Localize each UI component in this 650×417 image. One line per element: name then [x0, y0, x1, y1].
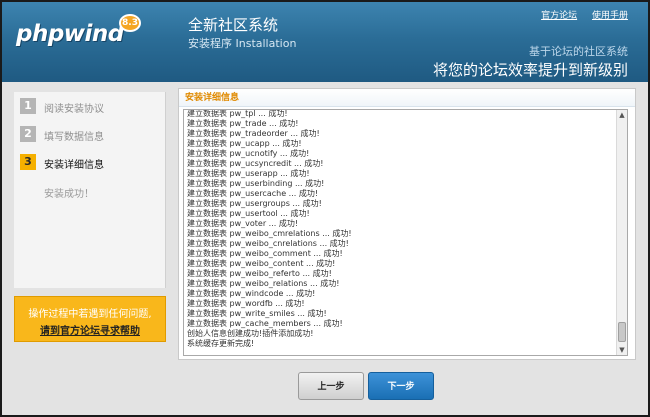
log-line: 建立数据表 pw_weibo_cmrelations ... 成功!	[187, 229, 352, 238]
step-install-details: 3 安装详细信息	[20, 154, 166, 172]
log-line: 建立数据表 pw_cache_members ... 成功!	[187, 319, 343, 328]
next-step-button[interactable]: 下一步	[368, 372, 434, 400]
log-line: 建立数据表 pw_weibo_comment ... 成功!	[187, 249, 343, 258]
log-line: 建立数据表 pw_userapp ... 成功!	[187, 169, 310, 178]
log-line: 建立数据表 pw_userbinding ... 成功!	[187, 179, 325, 188]
product-title: 全新社区系统	[188, 16, 279, 34]
log-line: 建立数据表 pw_weibo_referto ... 成功!	[187, 269, 332, 278]
log-line: 建立数据表 pw_usergroups ... 成功!	[187, 199, 322, 208]
previous-step-button[interactable]: 上一步	[298, 372, 364, 400]
step-number: 1	[20, 98, 36, 114]
log-line: 建立数据表 pw_ucapp ... 成功!	[187, 139, 302, 148]
install-details-panel: 安装详细信息 建立数据表 pw_tpl ... 成功! 建立数据表 pw_trad…	[178, 88, 636, 360]
phpwind-logo: phpwind	[16, 21, 124, 47]
slogan-small: 基于论坛的社区系统	[529, 45, 628, 58]
scroll-up-arrow-icon[interactable]: ▲	[617, 110, 627, 120]
log-line: 建立数据表 pw_usercache ... 成功!	[187, 189, 319, 198]
log-line: 建立数据表 pw_weibo_relations ... 成功!	[187, 279, 340, 288]
log-line: 建立数据表 pw_usertool ... 成功!	[187, 209, 310, 218]
top-links: 官方论坛 使用手册	[529, 8, 628, 21]
install-success-status: 安装成功！	[44, 189, 94, 200]
log-line: 建立数据表 pw_trade ... 成功!	[187, 119, 299, 128]
step-number: 2	[20, 126, 36, 142]
log-line: 建立数据表 pw_weibo_cnrelations ... 成功!	[187, 239, 349, 248]
log-scrollbar[interactable]: ▲ ▼	[616, 110, 627, 355]
help-forum-link[interactable]: 请到官方论坛寻求帮助	[15, 322, 165, 337]
step-fill-data: 2 填写数据信息	[20, 126, 166, 144]
step-label: 安装详细信息	[44, 160, 104, 171]
step-label: 阅读安装协议	[44, 104, 104, 115]
scroll-thumb[interactable]	[618, 322, 626, 342]
installer-window: phpwind 8.3 全新社区系统 安装程序 Installation 官方论…	[0, 0, 650, 417]
user-manual-link[interactable]: 使用手册	[592, 11, 628, 21]
official-forum-link[interactable]: 官方论坛	[541, 11, 577, 21]
step-read-agreement: 1 阅读安装协议	[20, 98, 166, 116]
log-line: 建立数据表 pw_wordfb ... 成功!	[187, 299, 305, 308]
installer-subtitle: 安装程序 Installation	[188, 37, 297, 50]
help-box: 操作过程中若遇到任何问题, 请到官方论坛寻求帮助	[14, 296, 166, 342]
log-line: 建立数据表 pw_ucnotify ... 成功!	[187, 149, 310, 158]
log-line: 创始人信息创建成功!插件添加成功!	[187, 329, 314, 338]
install-log-textarea[interactable]: 建立数据表 pw_tpl ... 成功! 建立数据表 pw_trade ... 成…	[183, 109, 628, 356]
step-number: 3	[20, 154, 36, 170]
slogan-big: 将您的论坛效率提升到新级别	[432, 61, 628, 79]
log-line: 系统缓存更新完成!	[187, 339, 255, 348]
log-line: 建立数据表 pw_weibo_content ... 成功!	[187, 259, 336, 268]
scroll-down-arrow-icon[interactable]: ▼	[617, 345, 627, 355]
log-line: 建立数据表 pw_ucsyncredit ... 成功!	[187, 159, 324, 168]
log-line: 建立数据表 pw_tpl ... 成功!	[187, 109, 288, 118]
steps-sidebar: 1 阅读安装协议 2 填写数据信息 3 安装详细信息 安装成功！	[14, 92, 166, 288]
log-line: 建立数据表 pw_windcode ... 成功!	[187, 289, 316, 298]
log-line: 建立数据表 pw_tradeorder ... 成功!	[187, 129, 320, 138]
header-banner: phpwind 8.3 全新社区系统 安装程序 Installation 官方论…	[2, 2, 648, 82]
panel-title: 安装详细信息	[179, 89, 635, 107]
install-log: 建立数据表 pw_tpl ... 成功! 建立数据表 pw_trade ... 成…	[187, 109, 615, 349]
log-line: 建立数据表 pw_write_smiles ... 成功!	[187, 309, 327, 318]
version-badge: 8.3	[119, 14, 141, 32]
log-line: 建立数据表 pw_voter ... 成功!	[187, 219, 299, 228]
help-text: 操作过程中若遇到任何问题,	[28, 309, 152, 320]
step-label: 填写数据信息	[44, 132, 104, 143]
